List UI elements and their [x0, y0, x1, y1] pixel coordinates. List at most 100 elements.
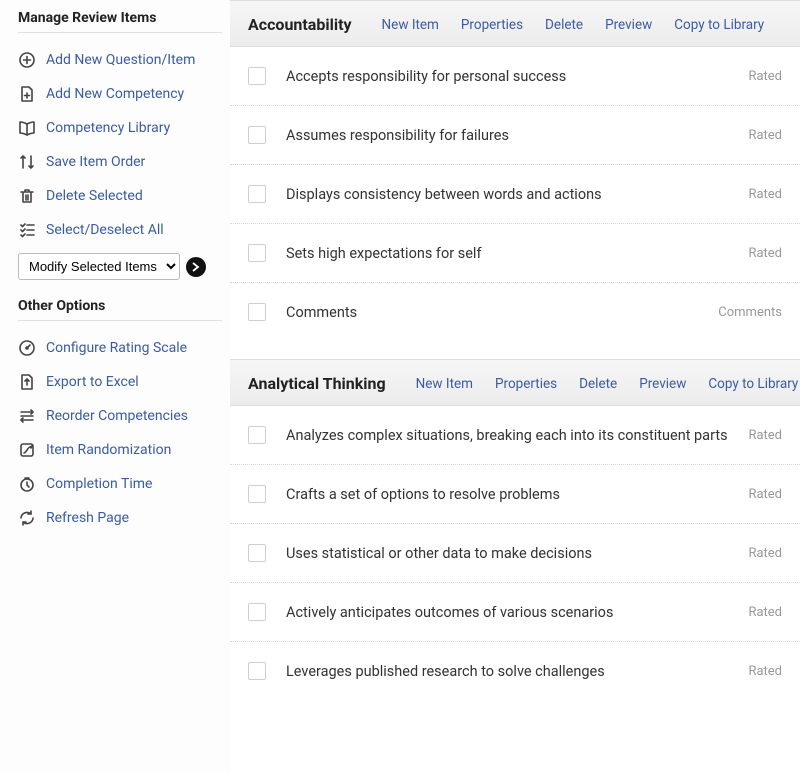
manage-item-1[interactable]: Add New Competency	[18, 77, 222, 111]
item-type: Rated	[748, 487, 782, 502]
other-item-4[interactable]: Completion Time	[18, 467, 222, 501]
modify-select[interactable]: Modify Selected Items	[18, 253, 180, 280]
competency-action-properties[interactable]: Properties	[495, 376, 557, 392]
manage-item-label: Save Item Order	[46, 154, 145, 170]
other-item-label: Item Randomization	[46, 442, 171, 458]
item-checkbox[interactable]	[248, 603, 266, 621]
other-item-label: Configure Rating Scale	[46, 340, 187, 356]
item-checkbox[interactable]	[248, 426, 266, 444]
other-list: Configure Rating Scale Export to Excel Reo…	[18, 331, 222, 535]
gauge-icon	[18, 339, 36, 357]
competency-action-delete[interactable]: Delete	[579, 376, 617, 392]
item-row: Comments Comments	[230, 283, 800, 341]
item-type: Rated	[748, 546, 782, 561]
other-item-label: Completion Time	[46, 476, 152, 492]
item-text: Sets high expectations for self	[286, 245, 728, 262]
manage-item-5[interactable]: Select/Deselect All	[18, 213, 222, 247]
sort-icon	[18, 153, 36, 171]
item-row: Crafts a set of options to resolve probl…	[230, 465, 800, 524]
competency-action-new-item[interactable]: New Item	[382, 17, 439, 33]
other-item-2[interactable]: Reorder Competencies	[18, 399, 222, 433]
item-checkbox[interactable]	[248, 662, 266, 680]
item-type: Rated	[748, 664, 782, 679]
competency-action-new-item[interactable]: New Item	[416, 376, 473, 392]
item-text: Leverages published research to solve ch…	[286, 663, 728, 680]
competency-header: Accountability New Item Properties Delete Pr…	[230, 0, 800, 47]
competency-action-properties[interactable]: Properties	[461, 17, 523, 33]
item-checkbox[interactable]	[248, 485, 266, 503]
item-row: Accepts responsibility for personal succ…	[230, 47, 800, 106]
item-text: Analyzes complex situations, breaking ea…	[286, 427, 728, 444]
file-plus-icon	[18, 85, 36, 103]
competency-block: Accountability New Item Properties Delete Pr…	[230, 0, 800, 341]
item-row: Uses statistical or other data to make d…	[230, 524, 800, 583]
competency-title: Accountability	[248, 15, 352, 34]
item-text: Crafts a set of options to resolve probl…	[286, 486, 728, 503]
competency-header: Analytical Thinking New Item Properties Del…	[230, 359, 800, 406]
other-heading: Other Options	[18, 298, 222, 321]
manage-item-label: Select/Deselect All	[46, 222, 164, 238]
competency-action-copy-to-library[interactable]: Copy to Library	[674, 17, 764, 33]
item-type: Rated	[748, 246, 782, 261]
trash-icon	[18, 187, 36, 205]
competency-action-preview[interactable]: Preview	[639, 376, 686, 392]
sidebar: Manage Review Items Add New Question/Ite…	[0, 0, 230, 773]
item-checkbox[interactable]	[248, 244, 266, 262]
item-type: Rated	[748, 187, 782, 202]
item-row: Sets high expectations for self Rated	[230, 224, 800, 283]
clock-icon	[18, 475, 36, 493]
item-checkbox[interactable]	[248, 67, 266, 85]
modify-dropdown-row: Modify Selected Items	[18, 253, 222, 280]
other-item-0[interactable]: Configure Rating Scale	[18, 331, 222, 365]
item-type: Rated	[748, 605, 782, 620]
item-text: Assumes responsibility for failures	[286, 127, 728, 144]
item-checkbox[interactable]	[248, 185, 266, 203]
other-item-3[interactable]: Item Randomization	[18, 433, 222, 467]
reorder-icon	[18, 407, 36, 425]
manage-item-0[interactable]: Add New Question/Item	[18, 43, 222, 77]
manage-item-label: Competency Library	[46, 120, 170, 136]
item-type: Rated	[748, 128, 782, 143]
competency-action-preview[interactable]: Preview	[605, 17, 652, 33]
plus-circle-icon	[18, 51, 36, 69]
item-type: Comments	[718, 305, 782, 320]
item-row: Leverages published research to solve ch…	[230, 642, 800, 700]
manage-heading: Manage Review Items	[18, 10, 222, 33]
item-type: Rated	[748, 69, 782, 84]
item-row: Actively anticipates outcomes of various…	[230, 583, 800, 642]
manage-item-label: Delete Selected	[46, 188, 143, 204]
checklist-icon	[18, 221, 36, 239]
competency-block: Analytical Thinking New Item Properties Del…	[230, 359, 800, 700]
other-item-label: Refresh Page	[46, 510, 129, 526]
competency-title: Analytical Thinking	[248, 374, 386, 393]
item-row: Assumes responsibility for failures Rated	[230, 106, 800, 165]
other-item-5[interactable]: Refresh Page	[18, 501, 222, 535]
item-row: Displays consistency between words and a…	[230, 165, 800, 224]
manage-item-label: Add New Question/Item	[46, 52, 195, 68]
main-content: Accountability New Item Properties Delete Pr…	[230, 0, 800, 773]
item-text: Comments	[286, 304, 698, 321]
manage-item-4[interactable]: Delete Selected	[18, 179, 222, 213]
other-item-label: Export to Excel	[46, 374, 139, 390]
item-checkbox[interactable]	[248, 126, 266, 144]
item-checkbox[interactable]	[248, 303, 266, 321]
manage-item-3[interactable]: Save Item Order	[18, 145, 222, 179]
go-button[interactable]	[186, 257, 206, 277]
manage-item-2[interactable]: Competency Library	[18, 111, 222, 145]
manage-item-label: Add New Competency	[46, 86, 184, 102]
competency-action-delete[interactable]: Delete	[545, 17, 583, 33]
competency-action-copy-to-library[interactable]: Copy to Library	[708, 376, 798, 392]
item-text: Displays consistency between words and a…	[286, 186, 728, 203]
book-icon	[18, 119, 36, 137]
item-checkbox[interactable]	[248, 544, 266, 562]
item-row: Analyzes complex situations, breaking ea…	[230, 406, 800, 465]
item-text: Accepts responsibility for personal succ…	[286, 68, 728, 85]
refresh-icon	[18, 509, 36, 527]
shuffle-icon	[18, 441, 36, 459]
item-type: Rated	[748, 428, 782, 443]
export-icon	[18, 373, 36, 391]
other-item-1[interactable]: Export to Excel	[18, 365, 222, 399]
item-text: Actively anticipates outcomes of various…	[286, 604, 728, 621]
other-item-label: Reorder Competencies	[46, 408, 188, 424]
item-text: Uses statistical or other data to make d…	[286, 545, 728, 562]
